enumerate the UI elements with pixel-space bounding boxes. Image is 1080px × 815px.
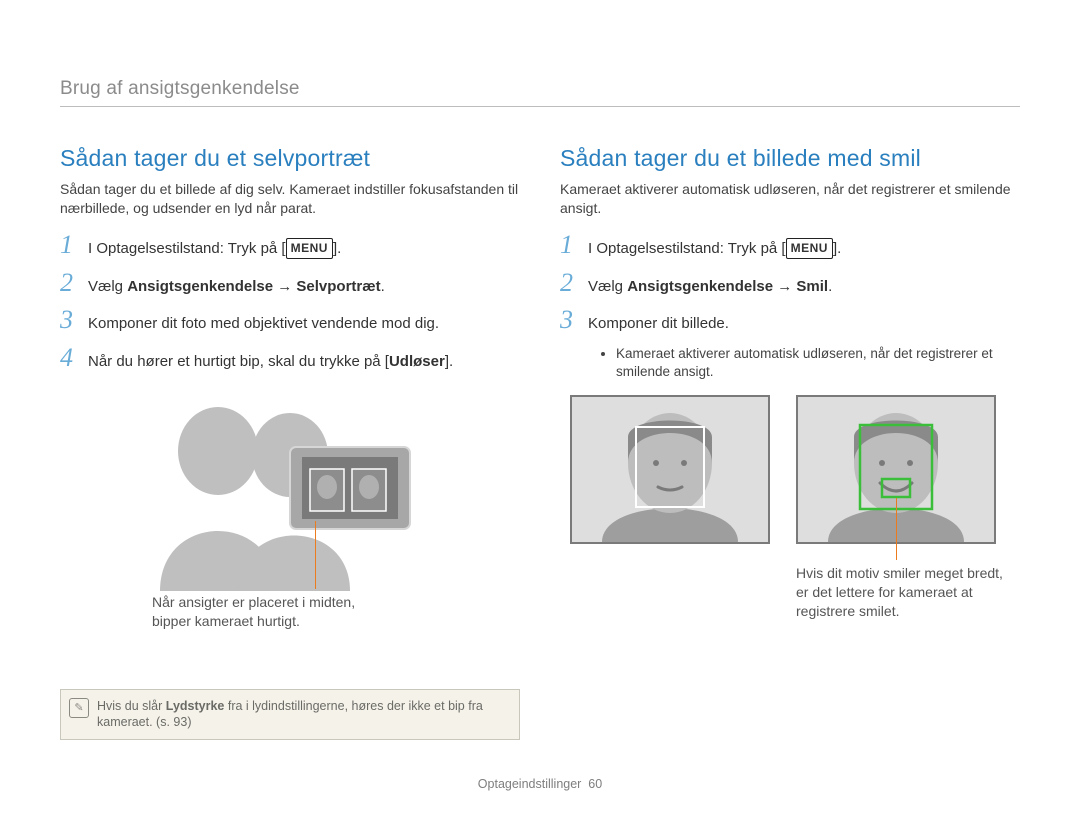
- note-icon: ✎: [69, 698, 89, 718]
- bold-text: Ansigtsgenkendelse → Selvportræt: [127, 278, 380, 295]
- step-number: 4: [60, 345, 88, 371]
- illustration-selfie: [140, 391, 440, 591]
- list-item: Kameraet aktiverer automatisk udløseren,…: [616, 345, 1020, 381]
- text: Hvis du slår: [97, 699, 166, 713]
- panels-smile: [570, 395, 1020, 544]
- text: .: [828, 278, 832, 295]
- heading-smile: Sådan tager du et billede med smil: [560, 145, 1020, 172]
- text: I Optagelsestilstand: Tryk på [: [88, 240, 286, 257]
- note-icon-cell: ✎: [61, 690, 97, 740]
- text: .: [381, 278, 385, 295]
- intro-selfportrait: Sådan tager du et billede af dig selv. K…: [60, 180, 520, 218]
- sub-bullets: Kameraet aktiverer automatisk udløseren,…: [594, 345, 1020, 381]
- footer-page: 60: [588, 777, 602, 791]
- caption-smile: Hvis dit motiv smiler meget bredt, er de…: [796, 564, 1020, 621]
- callout-line: [315, 521, 316, 589]
- step-number: 3: [560, 307, 588, 333]
- step-text: Vælg Ansigtsgenkendelse → Selvportræt.: [88, 276, 520, 298]
- bold-text: Udløser: [389, 353, 445, 370]
- bold-text: Ansigtsgenkendelse → Smil: [627, 278, 828, 295]
- page-root: Brug af ansigtsgenkendelse Sådan tager d…: [0, 0, 1080, 815]
- steps-smile: 1 I Optagelsestilstand: Tryk på [MENU]. …: [560, 232, 1020, 335]
- step-number: 3: [60, 307, 88, 333]
- step-text: I Optagelsestilstand: Tryk på [MENU].: [88, 238, 520, 260]
- step-number: 2: [560, 270, 588, 296]
- footer: Optageindstillinger 60: [0, 777, 1080, 791]
- step-text: Komponer dit foto med objektivet vendend…: [88, 313, 520, 335]
- step-text: Komponer dit billede.: [588, 313, 1020, 335]
- text: ].: [333, 240, 341, 257]
- panel-face-smile: [796, 395, 996, 544]
- note-text: Hvis du slår Lydstyrke fra i lydindstill…: [97, 690, 519, 740]
- column-left: Sådan tager du et selvportræt Sådan tage…: [60, 145, 520, 740]
- footer-label: Optageindstillinger: [478, 777, 582, 791]
- callout-line: [896, 498, 897, 560]
- caption-selfie: Når ansigter er placeret i midten, bippe…: [152, 593, 520, 631]
- note-box: ✎ Hvis du slår Lydstyrke fra i lydindsti…: [60, 689, 520, 741]
- panel-face-neutral: [570, 395, 770, 544]
- intro-smile: Kameraet aktiverer automatisk udløseren,…: [560, 180, 1020, 218]
- step-number: 2: [60, 270, 88, 296]
- steps-selfportrait: 1 I Optagelsestilstand: Tryk på [MENU]. …: [60, 232, 520, 373]
- step-text: Når du hører et hurtigt bip, skal du try…: [88, 351, 520, 373]
- menu-label: MENU: [286, 238, 333, 259]
- step-text: I Optagelsestilstand: Tryk på [MENU].: [588, 238, 1020, 260]
- menu-label: MENU: [786, 238, 833, 259]
- columns: Sådan tager du et selvportræt Sådan tage…: [60, 145, 1020, 740]
- text: I Optagelsestilstand: Tryk på [: [588, 240, 786, 257]
- text: Når du hører et hurtigt bip, skal du try…: [88, 353, 389, 370]
- step-text: Vælg Ansigtsgenkendelse → Smil.: [588, 276, 1020, 298]
- breadcrumb: Brug af ansigtsgenkendelse: [60, 78, 1020, 107]
- text: Vælg: [588, 278, 627, 295]
- text: ].: [833, 240, 841, 257]
- heading-selfportrait: Sådan tager du et selvportræt: [60, 145, 520, 172]
- column-right: Sådan tager du et billede med smil Kamer…: [560, 145, 1020, 740]
- step-number: 1: [560, 232, 588, 258]
- bold-text: Lydstyrke: [166, 699, 225, 713]
- text: ].: [445, 353, 453, 370]
- step-number: 1: [60, 232, 88, 258]
- text: Vælg: [88, 278, 127, 295]
- selfie-image: [140, 391, 440, 591]
